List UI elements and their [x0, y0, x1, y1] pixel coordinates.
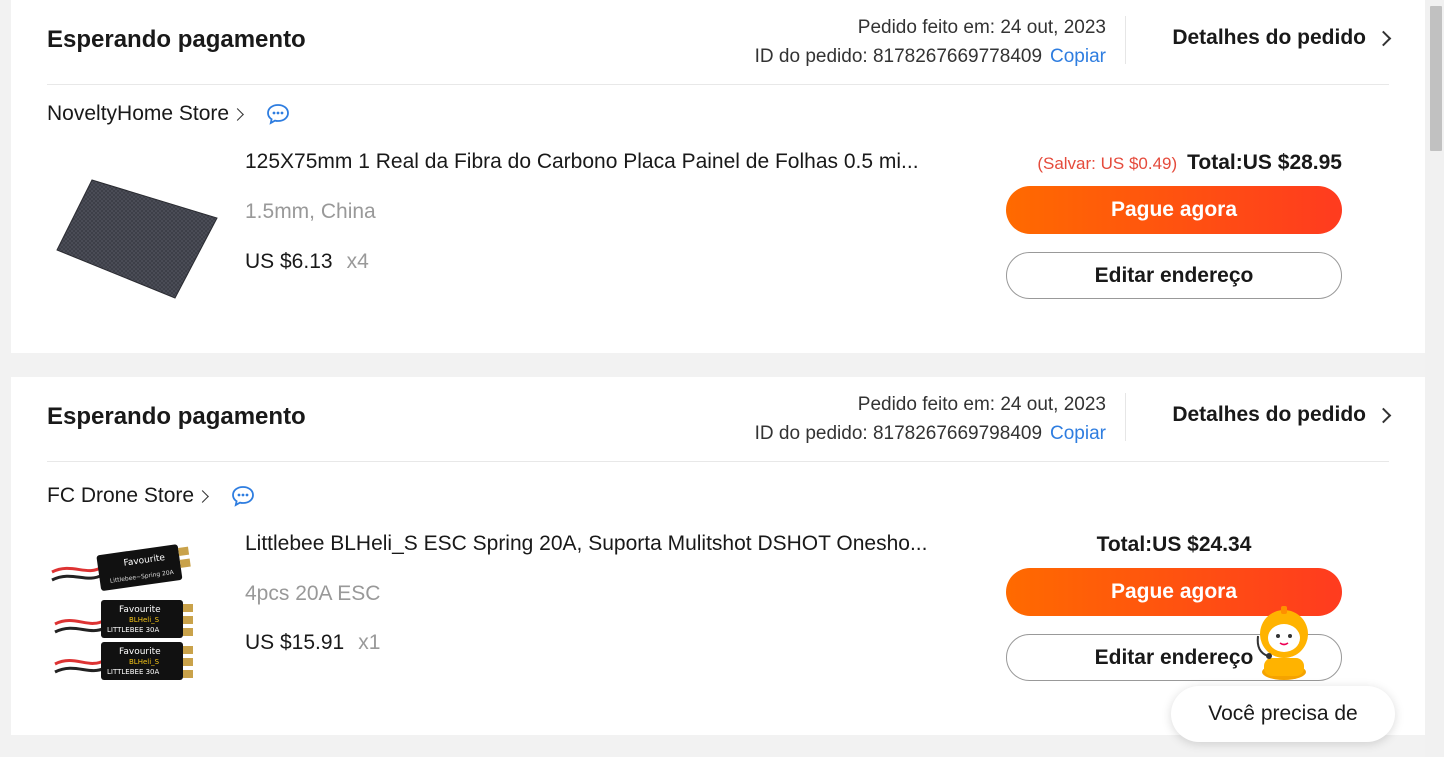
- order-total: Total:US $28.95: [1187, 151, 1342, 174]
- product-price-line: US $15.91 x1: [245, 631, 380, 655]
- product-quantity: x4: [346, 250, 369, 273]
- product-variant: 4pcs 20A ESC: [245, 582, 381, 605]
- product-title-link[interactable]: 125X75mm 1 Real da Fibra do Carbono Plac…: [245, 150, 945, 174]
- order-meta: Pedido feito em: 24 out, 2023 ID do pedi…: [755, 390, 1106, 448]
- order-id: ID do pedido: 8178267669778409: [754, 46, 1043, 67]
- scrollbar-thumb[interactable]: [1430, 6, 1442, 151]
- chevron-right-icon: [231, 107, 244, 121]
- scrollbar[interactable]: [1425, 0, 1444, 757]
- edit-address-button[interactable]: Editar endereço: [1006, 252, 1342, 299]
- order-details-link[interactable]: Detalhes do pedido: [1172, 26, 1392, 50]
- order-card: Esperando pagamento Pedido feito em: 24 …: [11, 377, 1425, 735]
- product-title-link[interactable]: Littlebee BLHeli_S ESC Spring 20A, Supor…: [245, 532, 945, 556]
- savings-note: (Salvar: US $0.49): [1037, 154, 1178, 173]
- order-date: Pedido feito em: 24 out, 2023: [857, 17, 1106, 38]
- copy-id-link[interactable]: Copiar: [1050, 46, 1106, 67]
- esc-model-label: LITTLEBEE 30A: [107, 626, 159, 634]
- order-status: Esperando pagamento: [47, 403, 306, 430]
- product-variant: 1.5mm, China: [245, 200, 376, 223]
- chat-bubble-icon[interactable]: [231, 485, 255, 507]
- assistant-bubble[interactable]: Você precisa de: [1171, 686, 1395, 742]
- product-price: US $6.13: [245, 250, 333, 273]
- order-meta: Pedido feito em: 24 out, 2023 ID do pedi…: [755, 13, 1106, 71]
- order-total: Total:US $24.34: [1096, 533, 1252, 556]
- order-total-line: (Salvar: US $0.49) Total:US $28.95: [1006, 151, 1342, 175]
- order-details-link[interactable]: Detalhes do pedido: [1172, 403, 1392, 427]
- order-id-line: ID do pedido: 8178267669798409 Copiar: [755, 419, 1106, 448]
- esc-brand-label: Favourite: [119, 647, 161, 657]
- product-image-esc-boards[interactable]: Favourite Littlebee~Spring 20A Favourite…: [47, 532, 227, 692]
- esc-series-label: BLHeli_S: [129, 616, 160, 624]
- pay-now-button[interactable]: Pague agora: [1006, 186, 1342, 234]
- order-card: Esperando pagamento Pedido feito em: 24 …: [11, 0, 1425, 353]
- order-id-line: ID do pedido: 8178267669778409 Copiar: [755, 42, 1106, 71]
- chevron-right-icon: [1375, 407, 1392, 423]
- divider: [1125, 393, 1126, 441]
- store-name-link[interactable]: NoveltyHome Store: [47, 102, 229, 126]
- order-status: Esperando pagamento: [47, 26, 306, 53]
- copy-id-link[interactable]: Copiar: [1050, 423, 1106, 444]
- order-details-label: Detalhes do pedido: [1172, 403, 1366, 426]
- store-row: NoveltyHome Store: [47, 102, 290, 126]
- product-quantity: x1: [358, 631, 381, 654]
- chevron-right-icon: [196, 489, 209, 503]
- product-image-carbon-plate[interactable]: [47, 150, 227, 310]
- store-row: FC Drone Store: [47, 484, 255, 508]
- order-header: Esperando pagamento Pedido feito em: 24 …: [47, 377, 1392, 462]
- order-header: Esperando pagamento Pedido feito em: 24 …: [47, 0, 1392, 85]
- orders-page: Esperando pagamento Pedido feito em: 24 …: [0, 0, 1444, 757]
- esc-model-label: LITTLEBEE 30A: [107, 668, 159, 676]
- esc-series-label: BLHeli_S: [129, 658, 160, 666]
- store-name-link[interactable]: FC Drone Store: [47, 484, 194, 508]
- order-total-line: Total:US $24.34: [1006, 533, 1342, 557]
- assistant-robot-icon[interactable]: [1250, 606, 1318, 680]
- product-price-line: US $6.13 x4: [245, 250, 369, 274]
- product-price: US $15.91: [245, 631, 345, 654]
- divider: [1125, 16, 1126, 64]
- chat-bubble-icon[interactable]: [266, 103, 290, 125]
- order-details-label: Detalhes do pedido: [1172, 26, 1366, 49]
- order-date: Pedido feito em: 24 out, 2023: [857, 394, 1106, 415]
- chevron-right-icon: [1375, 30, 1392, 46]
- esc-brand-label: Favourite: [119, 605, 161, 615]
- order-id: ID do pedido: 8178267669798409: [754, 423, 1043, 444]
